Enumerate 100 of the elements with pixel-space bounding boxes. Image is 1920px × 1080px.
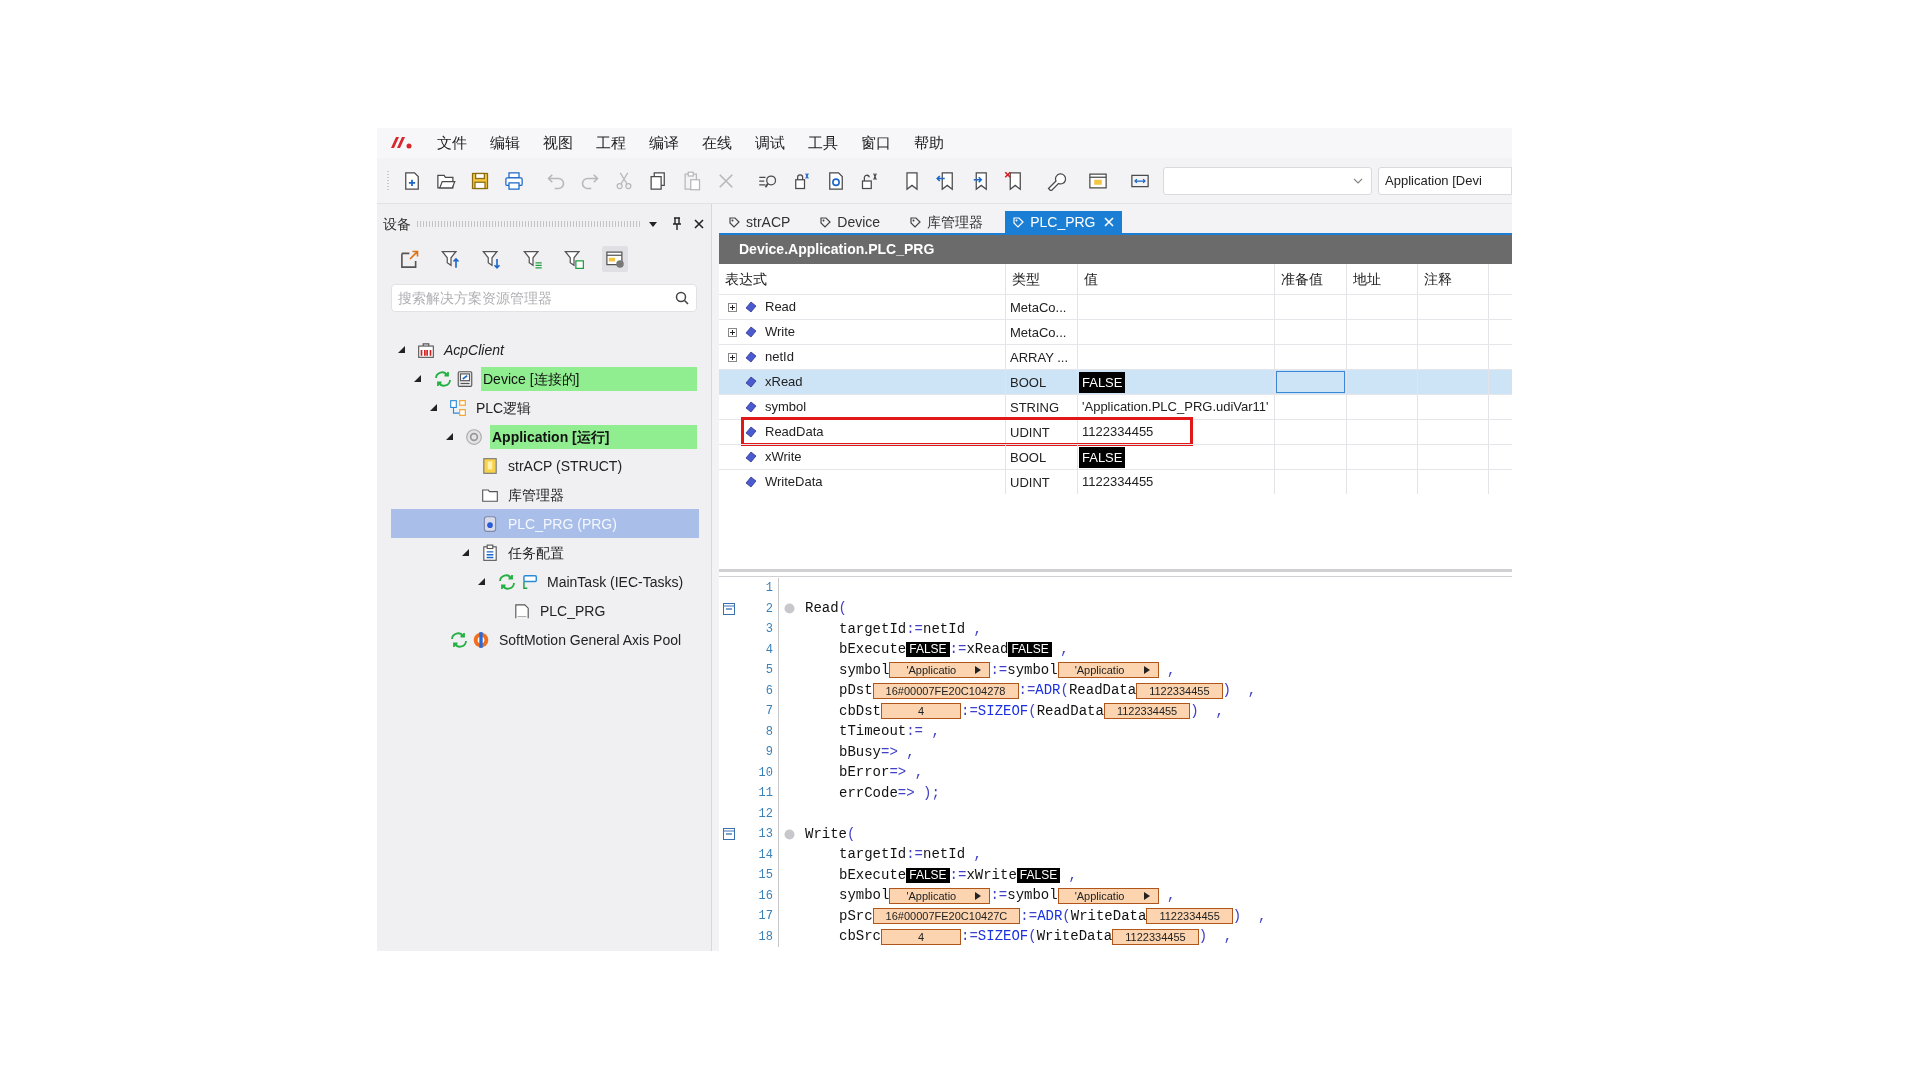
monitor-value[interactable]: 'Applicatio	[1057, 662, 1159, 679]
tree-item-label[interactable]: 任务配置	[506, 540, 564, 565]
variable-icon	[745, 426, 757, 438]
code-text: bBusy	[839, 742, 881, 762]
menu-item[interactable]: 帮助	[914, 131, 944, 155]
code-text: => );	[897, 783, 940, 803]
expand-arrow-icon	[975, 891, 982, 900]
code-text: :=	[949, 640, 967, 660]
variable-icon	[745, 376, 757, 388]
menu-item[interactable]: 编辑	[490, 131, 520, 155]
column-header[interactable]: 表达式	[719, 264, 1006, 294]
tree-item[interactable]: MainTask (IEC-Tasks)	[391, 567, 699, 596]
column-header[interactable]: 注释	[1418, 264, 1489, 294]
tree-item[interactable]: AcpClient	[391, 335, 699, 364]
tree-item-label[interactable]: SoftMotion General Axis Pool	[497, 627, 682, 652]
watch-row[interactable]: xWrite BOOL FALSE	[719, 444, 1512, 469]
tree-item-label[interactable]: PLC_PRG	[538, 598, 606, 623]
monitor-value[interactable]: 'Applicatio	[889, 887, 991, 904]
code-text: :=	[1018, 681, 1036, 701]
tree-item[interactable]: PLC_PRG	[391, 596, 699, 625]
tree-item[interactable]: 任务配置	[391, 538, 699, 567]
menu-item[interactable]: 工程	[596, 131, 626, 155]
editor-tab[interactable]: 库管理器	[902, 211, 992, 233]
window-settings-icon[interactable]	[605, 249, 625, 269]
code-text: ) ,	[1198, 927, 1233, 947]
tree-item[interactable]: Device [连接的]	[391, 364, 699, 393]
window-icon[interactable]	[1088, 170, 1108, 191]
tree-item-label[interactable]: Application [运行]	[490, 424, 697, 449]
expanded-triangle-icon[interactable]	[477, 577, 486, 586]
filter-device-icon[interactable]	[564, 249, 584, 269]
tree-item-label[interactable]: PLC逻辑	[474, 395, 532, 420]
tag-icon	[910, 216, 922, 228]
menu-item[interactable]: 文件	[437, 131, 467, 155]
collapse-block-icon[interactable]	[723, 828, 735, 841]
menu-item[interactable]: 工具	[808, 131, 838, 155]
watch-row[interactable]: WriteData UDINT 1122334455	[719, 469, 1512, 494]
bookmark-previous-icon[interactable]	[936, 170, 956, 191]
tree-item[interactable]: SoftMotion General Axis Pool	[391, 625, 699, 654]
monitor-value: FALSE	[906, 642, 950, 658]
watch-row[interactable]: ReadData UDINT 1122334455	[719, 419, 1512, 444]
tree-item-label[interactable]: AcpClient	[442, 337, 504, 362]
application-field[interactable]: Application [Devi	[1378, 166, 1512, 195]
expanded-triangle-icon[interactable]	[429, 403, 438, 412]
column-header[interactable]: 值	[1078, 264, 1275, 294]
column-header[interactable]: 准备值	[1275, 264, 1347, 294]
tree-item-label[interactable]: 库管理器	[506, 482, 564, 507]
tree-item-label[interactable]: strACP (STRUCT)	[506, 453, 623, 478]
menu-item[interactable]: 窗口	[861, 131, 891, 155]
expanded-triangle-icon[interactable]	[461, 548, 470, 557]
prepared-value-field[interactable]	[1276, 371, 1345, 393]
new-file-icon[interactable]	[402, 170, 422, 191]
column-header[interactable]: 类型	[1006, 264, 1078, 294]
filter-list-icon[interactable]	[523, 249, 543, 269]
save-icon[interactable]	[470, 170, 490, 191]
editor-tab[interactable]: PLC_PRG	[1005, 211, 1122, 233]
editor-tab[interactable]: Device	[812, 211, 889, 233]
editor-tab[interactable]: strACP	[721, 211, 799, 233]
close-icon[interactable]	[693, 218, 705, 230]
menu-item[interactable]: 编译	[649, 131, 679, 155]
tree-item[interactable]: strACP (STRUCT)	[391, 451, 699, 480]
wrench-icon[interactable]	[1046, 170, 1066, 191]
tree-item[interactable]: PLC逻辑	[391, 393, 699, 422]
code-text: xWrite	[966, 865, 1017, 885]
filter-down-icon[interactable]	[482, 249, 502, 269]
watch-row[interactable]: Read MetaCo...	[719, 294, 1512, 319]
menu-item[interactable]: 在线	[702, 131, 732, 155]
print-icon[interactable]	[504, 170, 524, 191]
expand-plus-icon[interactable]	[727, 302, 737, 312]
search-field[interactable]: 搜索解决方案资源管理器	[391, 284, 697, 312]
document-search-icon[interactable]	[826, 170, 846, 191]
line-number: 5	[764, 662, 774, 680]
expand-plus-icon[interactable]	[727, 352, 737, 362]
tree-item[interactable]: 库管理器	[391, 480, 699, 509]
menu-item[interactable]: 视图	[543, 131, 573, 155]
expanded-triangle-icon[interactable]	[445, 432, 454, 441]
expand-plus-icon[interactable]	[727, 327, 737, 337]
tree-item-label[interactable]: MainTask (IEC-Tasks)	[545, 569, 684, 594]
pin-icon[interactable]	[671, 217, 683, 231]
filter-up-icon[interactable]	[441, 249, 461, 269]
export-icon[interactable]	[400, 249, 420, 269]
column-header[interactable]: 地址	[1347, 264, 1418, 294]
monitor-value[interactable]: 'Applicatio	[889, 662, 991, 679]
watch-row[interactable]: Write MetaCo...	[719, 319, 1512, 344]
expand-arrow-icon	[1143, 891, 1150, 900]
copy-icon[interactable]	[648, 170, 668, 191]
monitor-value: 4	[881, 928, 961, 945]
code-text: cbSrc	[839, 927, 881, 947]
menu-item[interactable]: 调试	[755, 131, 785, 155]
dropdown-caret-icon	[1353, 176, 1363, 185]
watch-row[interactable]: xRead BOOL FALSE	[719, 369, 1512, 394]
line-number: 8	[764, 723, 774, 741]
expanded-triangle-icon[interactable]	[397, 345, 406, 354]
expanded-triangle-icon[interactable]	[413, 374, 422, 383]
tree-item[interactable]: Application [运行]	[391, 422, 699, 451]
monitor-value[interactable]: 'Applicatio	[1057, 887, 1159, 904]
tree-item-label[interactable]: Device [连接的]	[481, 366, 697, 391]
bookmark-clear-icon[interactable]	[1004, 170, 1024, 191]
collapse-block-icon[interactable]	[723, 602, 735, 615]
code-text: (	[1060, 681, 1069, 701]
watch-row[interactable]: symbol STRING 'Application.PLC_PRG.udiVar11'	[719, 394, 1512, 419]
